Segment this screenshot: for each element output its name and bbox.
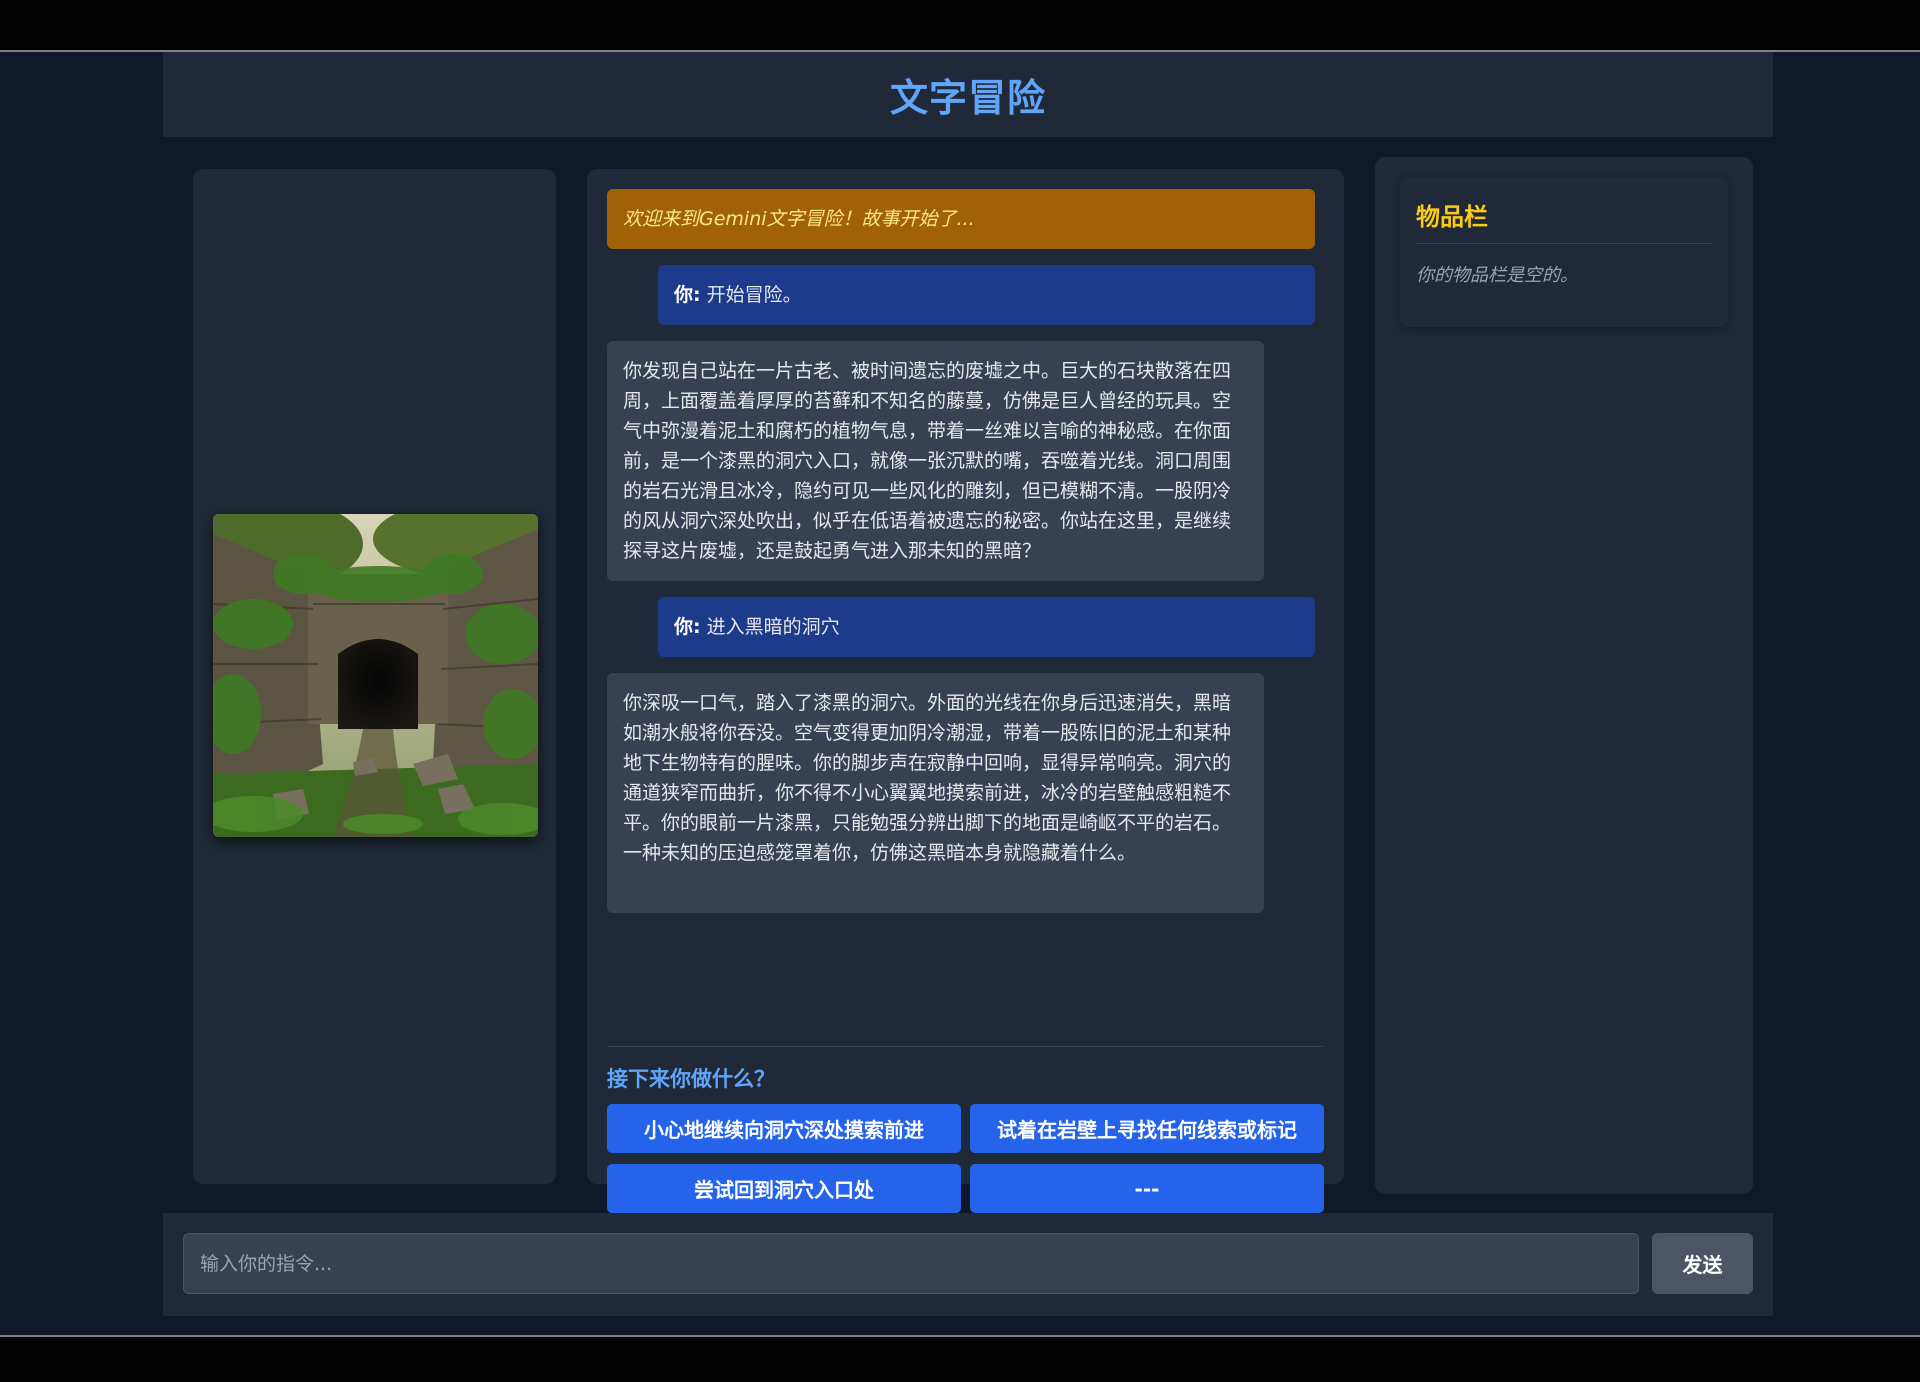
command-input[interactable]	[183, 1233, 1639, 1294]
story-panel: 欢迎来到Gemini文字冒险！故事开始了... 你: 开始冒险。 你发现自己站在…	[587, 169, 1344, 1213]
message-list: 欢迎来到Gemini文字冒险！故事开始了... 你: 开始冒险。 你发现自己站在…	[607, 189, 1317, 989]
choice-button-explore-deeper[interactable]: 小心地继续向洞穴深处摸索前进	[607, 1104, 961, 1153]
user-message-speaker: 你:	[674, 284, 701, 306]
app-container: 文字冒险 欢迎来到Gemini文字冒险！故事开始了... 你: 开始冒险。 你发…	[0, 52, 1920, 1335]
window-top-bar	[0, 0, 1920, 52]
system-message-text: 欢迎来到Gemini文字冒险！故事开始了...	[623, 208, 975, 230]
send-button[interactable]: 发送	[1652, 1233, 1753, 1294]
user-message: 你: 进入黑暗的洞穴	[658, 597, 1315, 657]
scene-panel	[193, 169, 556, 1184]
inventory-title: 物品栏	[1416, 203, 1488, 231]
choice-button-search-wall[interactable]: 试着在岩壁上寻找任何线索或标记	[970, 1104, 1324, 1153]
user-message-text: 进入黑暗的洞穴	[700, 616, 840, 638]
app-header: 文字冒险	[163, 52, 1773, 137]
ai-message-text: 你发现自己站在一片古老、被时间遗忘的废墟之中。巨大的石块散落在四周，上面覆盖着厚…	[623, 360, 1232, 562]
ai-message-text: 你深吸一口气，踏入了漆黑的洞穴。外面的光线在你身后迅速消失，黑暗如潮水般将你吞没…	[623, 692, 1232, 864]
system-message: 欢迎来到Gemini文字冒险！故事开始了...	[607, 189, 1315, 249]
inventory-card: 物品栏 你的物品栏是空的。	[1400, 177, 1728, 327]
inventory-panel: 物品栏 你的物品栏是空的。	[1375, 157, 1753, 1194]
inventory-divider	[1416, 243, 1712, 244]
inventory-empty-text: 你的物品栏是空的。	[1416, 265, 1578, 286]
app-title: 文字冒险	[889, 76, 1046, 120]
user-message-speaker: 你:	[674, 616, 701, 638]
choice-button-placeholder[interactable]: ---	[970, 1164, 1324, 1213]
command-bar: 发送	[163, 1213, 1773, 1316]
choices-question: 接下来你做什么？	[607, 1067, 775, 1091]
window-bottom-bar	[0, 1335, 1920, 1382]
user-message-text: 开始冒险。	[700, 284, 802, 306]
ai-message: 你深吸一口气，踏入了漆黑的洞穴。外面的光线在你身后迅速消失，黑暗如潮水般将你吞没…	[607, 673, 1264, 913]
ai-message: 你发现自己站在一片古老、被时间遗忘的废墟之中。巨大的石块散落在四周，上面覆盖着厚…	[607, 341, 1264, 581]
choice-button-return-entrance[interactable]: 尝试回到洞穴入口处	[607, 1164, 961, 1213]
cave-ruins-image	[213, 514, 538, 837]
user-message: 你: 开始冒险。	[658, 265, 1315, 325]
choices-divider	[607, 1046, 1323, 1047]
